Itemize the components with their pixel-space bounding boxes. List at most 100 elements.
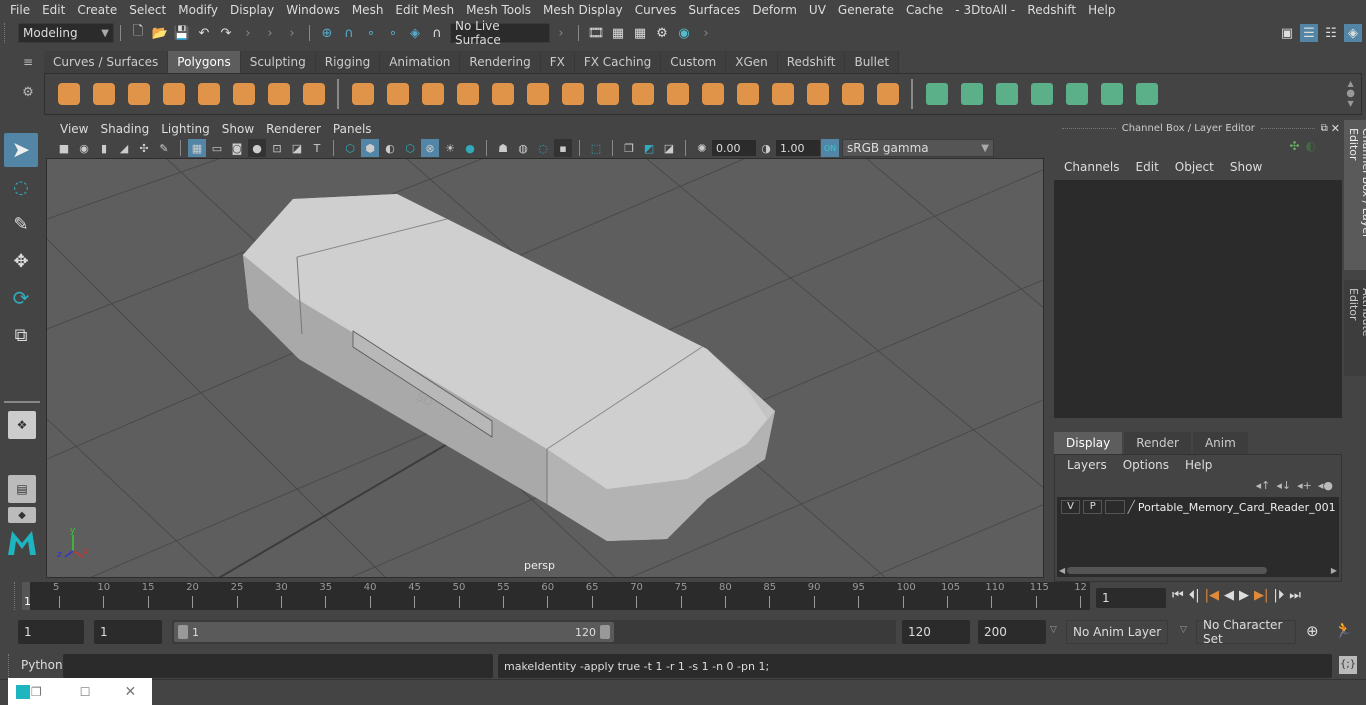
shelf-tab-rigging[interactable]: Rigging bbox=[315, 51, 381, 73]
shelf-button-sphere[interactable] bbox=[54, 79, 84, 109]
current-frame-field[interactable]: 1 bbox=[1096, 588, 1166, 608]
outliner-layout[interactable]: ▤ bbox=[8, 475, 36, 503]
layer-menu-options[interactable]: Options bbox=[1115, 458, 1177, 472]
speed-toggle-icon[interactable]: ◐ bbox=[1306, 139, 1316, 153]
shelf-tab-bullet[interactable]: Bullet bbox=[845, 51, 900, 73]
graph-layout[interactable]: ◆ bbox=[8, 507, 36, 523]
channel-box-menu-edit[interactable]: Edit bbox=[1128, 160, 1167, 174]
menu-create[interactable]: Create bbox=[71, 3, 123, 17]
view-transform-dropdown[interactable]: sRGB gamma ▼ bbox=[842, 139, 994, 157]
character-set-dropdown-icon[interactable]: ▽ bbox=[1180, 625, 1187, 635]
command-input[interactable] bbox=[63, 654, 493, 678]
menu-modify[interactable]: Modify bbox=[172, 3, 224, 17]
gamma-icon[interactable]: ◑ bbox=[757, 139, 775, 157]
move-tool[interactable]: ✥ bbox=[4, 244, 38, 278]
panel-menu-view[interactable]: View bbox=[54, 122, 94, 136]
select-camera-icon[interactable]: ■ bbox=[55, 139, 73, 157]
live-surface-field[interactable]: No Live Surface bbox=[450, 19, 550, 47]
redo-icon[interactable]: ↷ bbox=[217, 24, 235, 42]
menu-mesh-display[interactable]: Mesh Display bbox=[537, 3, 629, 17]
ipr-render-icon[interactable]: ▦ bbox=[631, 24, 649, 42]
shelf-button-cylinder[interactable] bbox=[124, 79, 154, 109]
auto-key-icon[interactable]: ⊕ bbox=[1306, 622, 1319, 640]
paint-select-tool[interactable]: ✎ bbox=[4, 207, 38, 241]
shelf-tab-rendering[interactable]: Rendering bbox=[460, 51, 541, 73]
manipulator-icon[interactable]: ✣ bbox=[1289, 139, 1299, 153]
start-time-field[interactable]: 1 bbox=[18, 620, 84, 644]
shelf-button-bevel-edge[interactable] bbox=[838, 79, 868, 109]
shelf-button-bevel[interactable] bbox=[628, 79, 658, 109]
safe-action-icon[interactable]: ◪ bbox=[288, 139, 306, 157]
menu-select[interactable]: Select bbox=[123, 3, 172, 17]
shelf-button-insert-edge-loop[interactable] bbox=[803, 79, 833, 109]
shelf-scroll[interactable]: ▲ ● ▼ bbox=[1346, 79, 1355, 109]
default-material-icon[interactable]: ◐ bbox=[381, 139, 399, 157]
lasso-tool[interactable]: ◌ bbox=[4, 170, 38, 204]
range-slider-track[interactable]: 1 120 bbox=[172, 620, 896, 644]
image-plane-icon[interactable]: ◢ bbox=[115, 139, 133, 157]
shelf-button-separate[interactable] bbox=[383, 79, 413, 109]
channel-box-menu-object[interactable]: Object bbox=[1167, 160, 1222, 174]
range-slider[interactable]: 1 120 bbox=[174, 622, 614, 642]
channel-box-menu-channels[interactable]: Channels bbox=[1056, 160, 1128, 174]
shelf-settings-gear-icon[interactable]: ⚙ bbox=[14, 85, 42, 100]
channel-box-menu-show[interactable]: Show bbox=[1222, 160, 1270, 174]
safe-title-icon[interactable]: T bbox=[308, 139, 326, 157]
render-settings-icon[interactable]: ⚙ bbox=[653, 24, 671, 42]
shelf-button-pipe[interactable] bbox=[299, 79, 329, 109]
isolate-select-icon[interactable]: ⬚ bbox=[587, 139, 605, 157]
shelf-button-automatic-mapping[interactable] bbox=[1027, 79, 1057, 109]
channel-list[interactable] bbox=[1054, 180, 1342, 418]
gamma-field[interactable]: 1.00 bbox=[776, 140, 820, 156]
bookmark-icon[interactable]: ▮ bbox=[95, 139, 113, 157]
snap-to-grid-icon[interactable]: ⊕ bbox=[318, 24, 336, 42]
shelf-tab-animation[interactable]: Animation bbox=[380, 51, 461, 73]
shelf-tab-fx[interactable]: FX bbox=[540, 51, 575, 73]
play-forwards-icon[interactable]: ▶ bbox=[1239, 588, 1249, 603]
shelf-button-bridge[interactable] bbox=[663, 79, 693, 109]
field-chart-icon[interactable]: ⊡ bbox=[268, 139, 286, 157]
menu-cache[interactable]: Cache bbox=[900, 3, 949, 17]
shelf-tab-redshift[interactable]: Redshift bbox=[777, 51, 846, 73]
modeling-toolkit-icon[interactable]: ▣ bbox=[1278, 24, 1296, 42]
2d-pan-zoom-icon[interactable]: ✣ bbox=[135, 139, 153, 157]
collapse-arrow-icon[interactable]: › bbox=[239, 24, 257, 42]
anti-aliasing-icon[interactable]: ◌ bbox=[534, 139, 552, 157]
viewport-persp[interactable]: SD y x z persp bbox=[46, 158, 1044, 578]
depth-of-field-icon[interactable]: ▪ bbox=[554, 139, 572, 157]
shelf-button-booleans-union[interactable] bbox=[523, 79, 553, 109]
xray-active-icon[interactable]: ◩ bbox=[640, 139, 658, 157]
shelf-button-extrude[interactable] bbox=[698, 79, 728, 109]
shelf-tab-curves-surfaces[interactable]: Curves / Surfaces bbox=[44, 51, 169, 73]
move-layer-up-icon[interactable]: ◂↑ bbox=[1256, 479, 1271, 492]
collapse-arrow-icon[interactable]: › bbox=[283, 24, 301, 42]
step-back-key-icon[interactable]: |◀ bbox=[1205, 588, 1219, 603]
four-view-layout[interactable] bbox=[8, 443, 36, 471]
range-end-handle[interactable] bbox=[600, 625, 610, 639]
menu-deform[interactable]: Deform bbox=[746, 3, 803, 17]
make-live-icon[interactable]: ∩ bbox=[428, 24, 446, 42]
smooth-shade-icon[interactable]: ⬢ bbox=[361, 139, 379, 157]
end-time-field[interactable]: 200 bbox=[978, 620, 1046, 644]
shelf-button-combine[interactable] bbox=[348, 79, 378, 109]
layer-visibility-toggle[interactable]: V bbox=[1061, 500, 1081, 514]
xray-icon[interactable]: ❐ bbox=[620, 139, 638, 157]
shelf-button-planar-mapping[interactable] bbox=[922, 79, 952, 109]
color-management-toggle-icon[interactable]: ON bbox=[821, 139, 839, 157]
shelf-tab-polygons[interactable]: Polygons bbox=[168, 51, 241, 73]
menu-edit[interactable]: Edit bbox=[36, 3, 71, 17]
menu-help[interactable]: Help bbox=[1082, 3, 1121, 17]
panel-menu-lighting[interactable]: Lighting bbox=[155, 122, 216, 136]
move-layer-down-icon[interactable]: ◂↓ bbox=[1276, 479, 1291, 492]
close-icon[interactable]: ✕ bbox=[125, 684, 137, 700]
menu-windows[interactable]: Windows bbox=[280, 3, 346, 17]
menu-file[interactable]: File bbox=[4, 3, 36, 17]
menu-3dtoall[interactable]: - 3DtoAll - bbox=[949, 3, 1021, 17]
panel-menu-shading[interactable]: Shading bbox=[94, 122, 155, 136]
drag-handle[interactable] bbox=[4, 23, 18, 43]
shelf-button-quad-draw[interactable] bbox=[873, 79, 903, 109]
single-perspective-layout[interactable]: ❖ bbox=[8, 411, 36, 439]
exposure-field[interactable]: 0.00 bbox=[712, 140, 756, 156]
undo-icon[interactable]: ↶ bbox=[195, 24, 213, 42]
menu-curves[interactable]: Curves bbox=[629, 3, 683, 17]
